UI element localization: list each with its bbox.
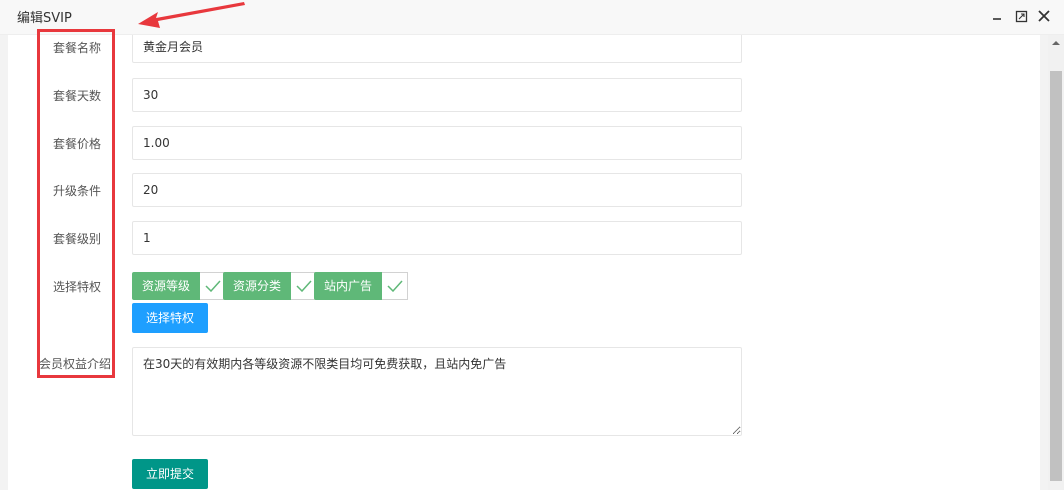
close-icon[interactable] xyxy=(1036,8,1052,24)
left-border xyxy=(0,35,8,490)
package-name-input[interactable] xyxy=(132,35,742,63)
package-level-input[interactable] xyxy=(132,221,742,255)
scrollbar-thumb[interactable] xyxy=(1050,71,1062,481)
privilege-checkbox[interactable]: 资源分类 xyxy=(223,272,318,300)
privilege-tag: 站内广告 xyxy=(314,272,383,300)
benefits-description-textarea[interactable]: 在30天的有效期内各等级资源不限类目均可免费获取，且站内免广告 xyxy=(132,347,742,436)
right-border xyxy=(1040,35,1048,490)
privilege-checkbox[interactable]: 资源等级 xyxy=(132,272,227,300)
upgrade-condition-label: 升级条件 xyxy=(52,184,101,198)
package-days-input[interactable] xyxy=(132,78,742,112)
privileges-label: 选择特权 xyxy=(52,280,101,294)
form-content: 套餐名称 套餐天数 套餐价格 升级条件 套餐级别 选择特权 资源等级 资源分类 … xyxy=(8,35,1040,490)
package-level-label: 套餐级别 xyxy=(52,232,101,246)
select-privileges-button[interactable]: 选择特权 xyxy=(132,303,208,333)
benefits-description-label: 会员权益介绍 xyxy=(38,357,111,371)
package-name-label: 套餐名称 xyxy=(52,41,101,55)
scroll-up-icon[interactable] xyxy=(1048,35,1064,51)
upgrade-condition-input[interactable] xyxy=(132,173,742,207)
minimize-icon[interactable] xyxy=(989,8,1005,24)
scrollbar[interactable] xyxy=(1048,35,1064,490)
package-price-input[interactable] xyxy=(132,126,742,160)
window-titlebar: 编辑SVIP xyxy=(0,0,1064,35)
package-price-label: 套餐价格 xyxy=(52,137,101,151)
package-days-label: 套餐天数 xyxy=(52,89,101,103)
privilege-tag: 资源分类 xyxy=(223,272,292,300)
maximize-icon[interactable] xyxy=(1013,8,1029,24)
submit-button[interactable]: 立即提交 xyxy=(132,459,208,489)
checkmark-icon xyxy=(382,272,409,300)
privilege-tag: 资源等级 xyxy=(132,272,201,300)
window-title: 编辑SVIP xyxy=(17,11,72,26)
privilege-checkbox[interactable]: 站内广告 xyxy=(314,272,409,300)
